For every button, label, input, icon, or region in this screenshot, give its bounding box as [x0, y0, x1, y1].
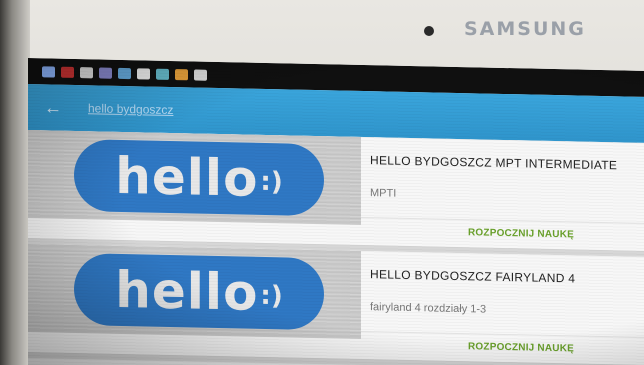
course-card[interactable]: hello :) HELLO BYDGOSZCZ FAIRYLAND 4 fai… [28, 244, 644, 365]
app-bar-title: hello bydgoszcz [88, 101, 174, 118]
course-subtitle: fairyland 4 rozdziały 1-3 [370, 301, 487, 316]
course-subtitle: MPTI [370, 187, 397, 200]
logo-text: hello [115, 146, 259, 208]
front-camera-icon [424, 26, 434, 36]
course-thumbnail: hello :) [28, 130, 361, 225]
card-divider [361, 330, 644, 338]
start-learning-button[interactable]: ROZPOCZNIJ NAUKĘ [468, 227, 574, 240]
app-icon [175, 68, 188, 80]
logo-smile: :) [260, 166, 283, 198]
gallery-icon [118, 67, 131, 79]
tablet-screen: ← hello bydgoszcz hello :) HELLO BYDGOSZ… [28, 58, 644, 365]
course-title: HELLO BYDGOSZCZ FAIRYLAND 4 [370, 267, 576, 286]
course-title: HELLO BYDGOSZCZ MPT INTERMEDIATE [370, 153, 618, 173]
photo-icon [156, 68, 169, 80]
tablet-edge [0, 0, 30, 365]
image-icon [99, 66, 112, 79]
back-arrow-icon[interactable]: ← [44, 97, 62, 117]
logo-smile: :) [260, 280, 283, 312]
car-icon [61, 66, 74, 78]
media-icon [80, 66, 93, 78]
soccer-icon [137, 67, 150, 80]
clipboard-icon [194, 68, 207, 81]
screen-mirror-icon [42, 65, 55, 78]
device-brand: SAMSUNG [464, 18, 586, 40]
course-list: hello :) HELLO BYDGOSZCZ MPT INTERMEDIAT… [28, 130, 644, 365]
course-card[interactable]: hello :) HELLO BYDGOSZCZ MPT INTERMEDIAT… [28, 130, 644, 257]
card-divider [361, 216, 644, 224]
hello-logo: hello :) [74, 138, 324, 217]
hello-logo: hello :) [74, 252, 324, 331]
start-learning-button[interactable]: ROZPOCZNIJ NAUKĘ [468, 341, 574, 354]
course-thumbnail: hello :) [28, 244, 361, 339]
logo-text: hello [115, 260, 259, 322]
